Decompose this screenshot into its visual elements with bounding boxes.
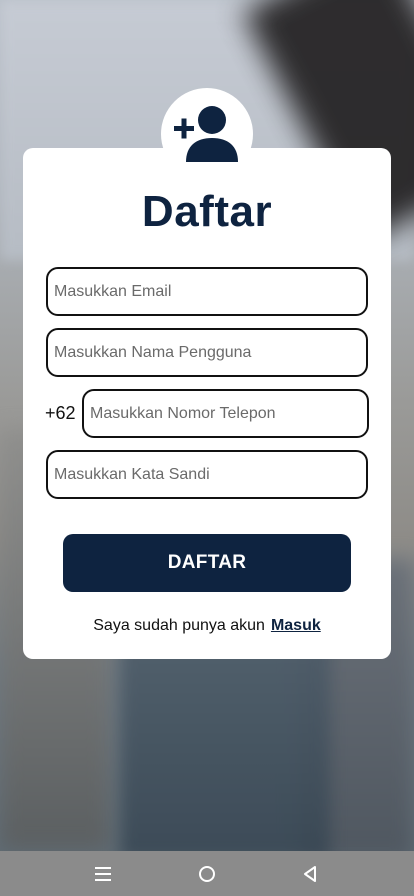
password-input[interactable] <box>54 465 366 484</box>
username-field[interactable] <box>46 328 368 377</box>
username-input[interactable] <box>54 343 366 362</box>
have-account-text: Saya sudah punya akun <box>93 617 265 634</box>
background-building <box>120 640 330 860</box>
back-icon <box>304 866 316 882</box>
add-user-icon <box>174 106 238 162</box>
password-field[interactable] <box>46 450 368 499</box>
phone-prefix: +62 <box>45 403 76 423</box>
system-nav-bar <box>0 851 414 896</box>
phone-field[interactable] <box>82 389 369 438</box>
home-icon <box>199 866 215 882</box>
login-link[interactable]: Masuk <box>271 617 321 634</box>
home-button[interactable] <box>196 863 218 885</box>
phone-input[interactable] <box>90 404 367 423</box>
login-prompt: Saya sudah punya akun Masuk <box>0 617 414 635</box>
page-title: Daftar <box>141 187 273 236</box>
menu-icon <box>95 867 111 881</box>
back-button[interactable] <box>299 863 321 885</box>
register-button[interactable]: DAFTAR <box>63 534 351 592</box>
avatar-badge <box>161 88 253 180</box>
menu-button[interactable] <box>92 863 114 885</box>
email-input[interactable] <box>54 282 366 301</box>
email-field[interactable] <box>46 267 368 316</box>
register-screen: Daftar +62 DAFTAR Saya sudah punya akun M… <box>0 0 414 896</box>
